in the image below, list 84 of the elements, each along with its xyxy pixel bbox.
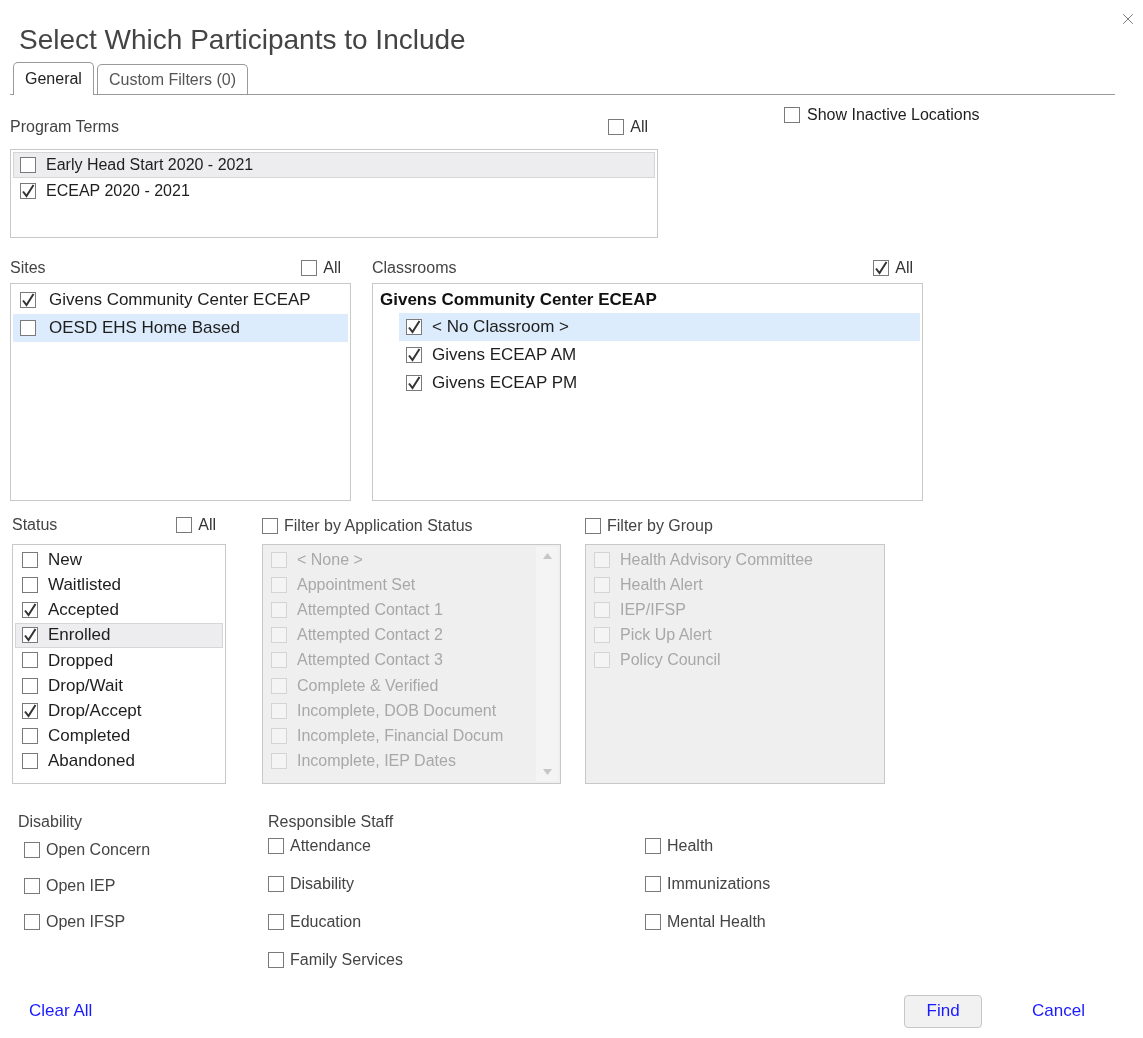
checkbox[interactable] (268, 914, 284, 930)
checkbox[interactable] (22, 627, 38, 644)
checkbox[interactable] (20, 183, 36, 199)
checkbox-option[interactable]: OESD EHS Home Based (13, 314, 348, 342)
checkbox-option[interactable]: Givens ECEAP PM (399, 369, 920, 397)
all-checkbox[interactable]: All (873, 256, 913, 280)
checkbox[interactable] (24, 878, 40, 894)
checkbox[interactable] (873, 260, 890, 276)
checkbox[interactable] (268, 952, 284, 968)
checkbox[interactable] (24, 842, 40, 858)
checkbox[interactable] (406, 347, 422, 363)
checkbox[interactable] (22, 727, 38, 744)
checkbox-option[interactable]: Givens ECEAP AM (399, 341, 920, 369)
checkbox[interactable] (20, 320, 36, 336)
section-label: Responsible Staff (268, 812, 395, 832)
checkbox-option[interactable]: Health (639, 834, 777, 858)
cancel-link[interactable]: Cancel (1032, 998, 1085, 1024)
section-label: Classrooms (372, 258, 457, 278)
checkbox-option[interactable]: Drop/Wait (15, 672, 223, 699)
checkbox-option[interactable]: Open Concern (18, 838, 262, 862)
checkbox-option[interactable]: Enrolled (15, 622, 223, 648)
checkbox-option[interactable]: Open IEP (18, 874, 262, 898)
section-label: Sites (10, 258, 46, 278)
checkbox-option[interactable]: Completed (15, 723, 223, 749)
checkbox[interactable] (22, 753, 38, 770)
checkbox[interactable] (22, 601, 38, 618)
checkbox[interactable] (22, 576, 38, 593)
checkbox[interactable] (406, 319, 422, 335)
group-heading: Givens Community Center ECEAP (379, 288, 658, 311)
checkmark-icon (407, 348, 421, 362)
checkbox-option[interactable]: Dropped (15, 647, 223, 673)
checkmark-icon (407, 376, 421, 390)
find-button[interactable]: Find (904, 994, 983, 1028)
checkbox-option[interactable]: New (15, 547, 223, 573)
all-checkbox[interactable]: All (176, 513, 216, 537)
tab[interactable]: General (13, 62, 94, 95)
section-label: Program Terms (10, 117, 120, 137)
checkbox-option[interactable]: Drop/Accept (15, 698, 223, 724)
checkbox[interactable] (406, 375, 422, 391)
checkmark-icon (23, 602, 37, 617)
checkbox-option[interactable]: Attendance (262, 834, 639, 858)
checkbox[interactable] (20, 157, 36, 173)
checkbox-option[interactable]: < No Classroom > (399, 313, 920, 341)
checkbox[interactable] (645, 838, 661, 854)
tab[interactable]: Custom Filters (0) (96, 64, 249, 94)
checkbox-option[interactable]: Immunizations (639, 872, 777, 896)
checkbox-option[interactable]: Mental Health (639, 910, 777, 934)
checkbox-option[interactable]: Education (262, 910, 639, 934)
clear-all-link[interactable]: Clear All (29, 998, 93, 1024)
checkbox[interactable] (608, 119, 625, 135)
checkbox[interactable] (24, 914, 40, 930)
checkbox-option[interactable]: Waitlisted (15, 572, 223, 598)
checkbox[interactable] (22, 652, 38, 669)
all-checkbox[interactable]: All (608, 115, 648, 139)
checkbox-option[interactable]: Accepted (15, 597, 223, 623)
checkbox-option[interactable]: ECEAP 2020 - 2021 (13, 178, 655, 204)
checkbox-option[interactable]: Family Services (262, 948, 639, 972)
checkbox[interactable] (645, 914, 661, 930)
checkmark-icon (23, 628, 37, 643)
all-checkbox[interactable]: All (301, 256, 341, 280)
checkbox-option[interactable]: Givens Community Center ECEAP (13, 286, 348, 314)
checkbox-option[interactable]: Disability (262, 872, 639, 896)
checkbox[interactable] (268, 838, 284, 854)
checkbox[interactable] (268, 876, 284, 892)
section-label: Disability (18, 812, 83, 832)
checkmark-icon (874, 261, 889, 275)
checkmark-icon (21, 184, 35, 198)
dialog-title: Select Which Participants to Include (19, 23, 466, 57)
checkbox-option[interactable]: Show Inactive Locations (778, 103, 986, 127)
checkbox[interactable] (20, 292, 36, 308)
checkbox[interactable] (301, 260, 318, 276)
checkmark-icon (21, 293, 35, 307)
checkmark-icon (23, 703, 37, 718)
checkbox-option[interactable]: Abandoned (15, 748, 223, 774)
checkbox[interactable] (22, 702, 38, 719)
checkbox-option[interactable]: Early Head Start 2020 - 2021 (13, 152, 655, 178)
checkbox[interactable] (784, 107, 800, 123)
checkbox[interactable] (22, 551, 38, 568)
checkbox[interactable] (176, 517, 193, 533)
checkbox-option[interactable]: Open IFSP (18, 910, 262, 934)
section-label: Status (12, 515, 58, 535)
checkmark-icon (407, 320, 421, 334)
checkbox[interactable] (645, 876, 661, 892)
checkbox[interactable] (22, 677, 38, 694)
